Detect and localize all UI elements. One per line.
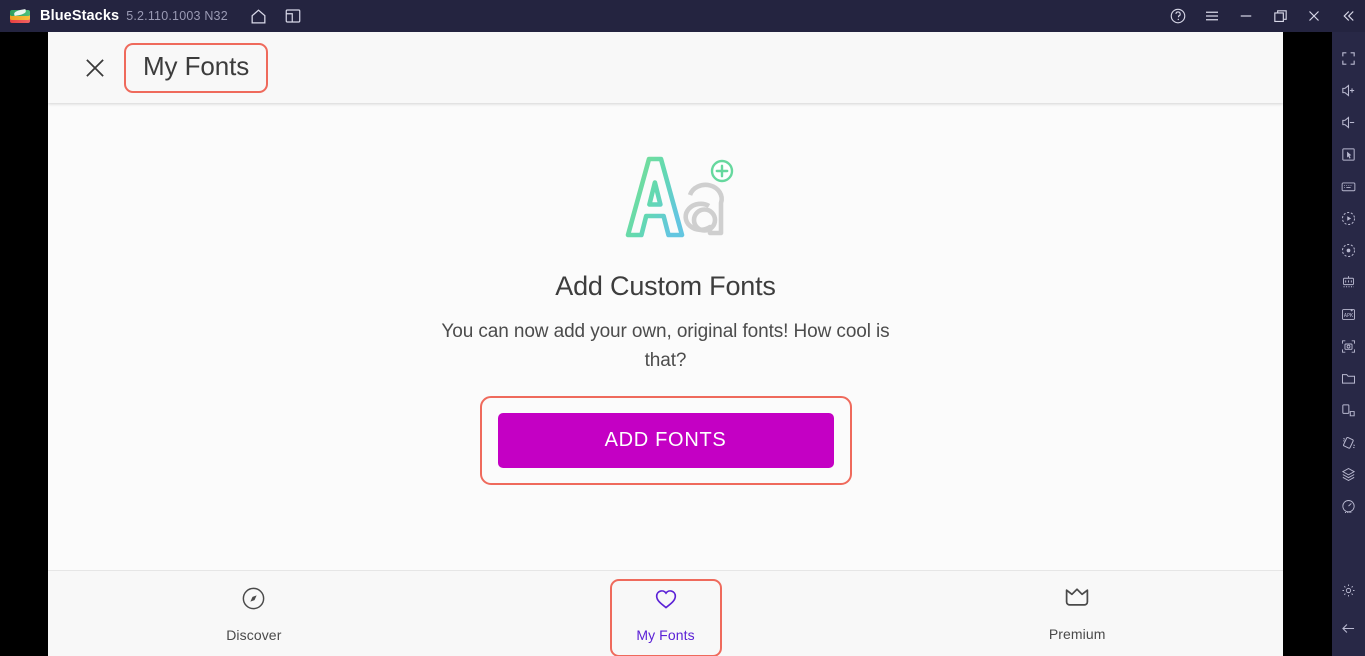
collapse-sidebar-icon[interactable] xyxy=(1333,1,1363,31)
tab-my-fonts[interactable]: My Fonts xyxy=(460,571,872,656)
minimize-icon[interactable] xyxy=(1231,1,1261,31)
add-custom-fonts-illustration-icon xyxy=(598,149,734,241)
app-window: BlueStacks 5.2.110.1003 N32 APK My Fonts… xyxy=(0,0,1365,656)
volume-down-icon[interactable] xyxy=(1332,106,1365,138)
script-record-icon[interactable] xyxy=(1332,234,1365,266)
app-close-icon[interactable] xyxy=(75,48,115,88)
eco-mode-icon[interactable] xyxy=(1332,458,1365,490)
help-icon[interactable] xyxy=(1163,1,1193,31)
back-arrow-icon[interactable] xyxy=(1332,612,1365,644)
bluestacks-logo-icon xyxy=(10,6,30,26)
hamburger-menu-icon[interactable] xyxy=(1197,1,1227,31)
macro-record-icon[interactable] xyxy=(1332,202,1365,234)
app-header: My Fonts xyxy=(48,32,1283,103)
restore-icon[interactable] xyxy=(1265,1,1295,31)
home-icon[interactable] xyxy=(244,1,274,31)
rotate-screen-icon[interactable] xyxy=(1332,394,1365,426)
app-version: 5.2.110.1003 N32 xyxy=(126,9,228,23)
shake-icon[interactable] xyxy=(1332,426,1365,458)
page-title-highlight: My Fonts xyxy=(124,42,269,93)
multi-instance-manager-icon[interactable] xyxy=(1332,266,1365,298)
app-title: BlueStacks xyxy=(40,8,120,24)
title-bar: BlueStacks 5.2.110.1003 N32 xyxy=(0,0,1365,32)
add-fonts-highlight: ADD FONTS xyxy=(479,396,852,485)
bottom-navigation: Discover My Fonts Premium xyxy=(48,570,1283,656)
crown-icon xyxy=(1062,585,1092,616)
install-apk-icon[interactable]: APK xyxy=(1332,298,1365,330)
empty-state-panel: Add Custom Fonts You can now add your ow… xyxy=(48,103,1283,570)
media-folder-icon[interactable] xyxy=(1332,362,1365,394)
performance-icon[interactable] xyxy=(1332,490,1365,522)
tab-my-fonts-label: My Fonts xyxy=(636,627,695,643)
compass-icon xyxy=(240,585,267,617)
multi-instance-icon[interactable] xyxy=(278,1,308,31)
cursor-pointer-icon[interactable] xyxy=(1332,138,1365,170)
emulator-sidebar: APK xyxy=(1332,32,1365,656)
settings-gear-icon[interactable] xyxy=(1332,574,1365,606)
tab-premium[interactable]: Premium xyxy=(871,571,1283,656)
window-controls xyxy=(1163,0,1363,32)
add-fonts-button[interactable]: ADD FONTS xyxy=(497,413,834,468)
fullscreen-icon[interactable] xyxy=(1332,42,1365,74)
heart-icon xyxy=(652,584,680,617)
empty-state-subtitle: You can now add your own, original fonts… xyxy=(441,321,890,371)
keyboard-controls-icon[interactable] xyxy=(1332,170,1365,202)
tab-premium-label: Premium xyxy=(1048,626,1106,642)
emulator-viewport: My Fonts Add Custom Fonts You can now ad… xyxy=(48,32,1283,656)
volume-up-icon[interactable] xyxy=(1332,74,1365,106)
empty-state-title: Add Custom Fonts xyxy=(555,271,776,301)
tab-discover-label: Discover xyxy=(226,626,282,643)
close-icon[interactable] xyxy=(1299,1,1329,31)
screenshot-icon[interactable] xyxy=(1332,330,1365,362)
tab-discover[interactable]: Discover xyxy=(48,571,460,656)
svg-text:APK: APK xyxy=(1344,312,1354,318)
page-title: My Fonts xyxy=(143,50,250,81)
